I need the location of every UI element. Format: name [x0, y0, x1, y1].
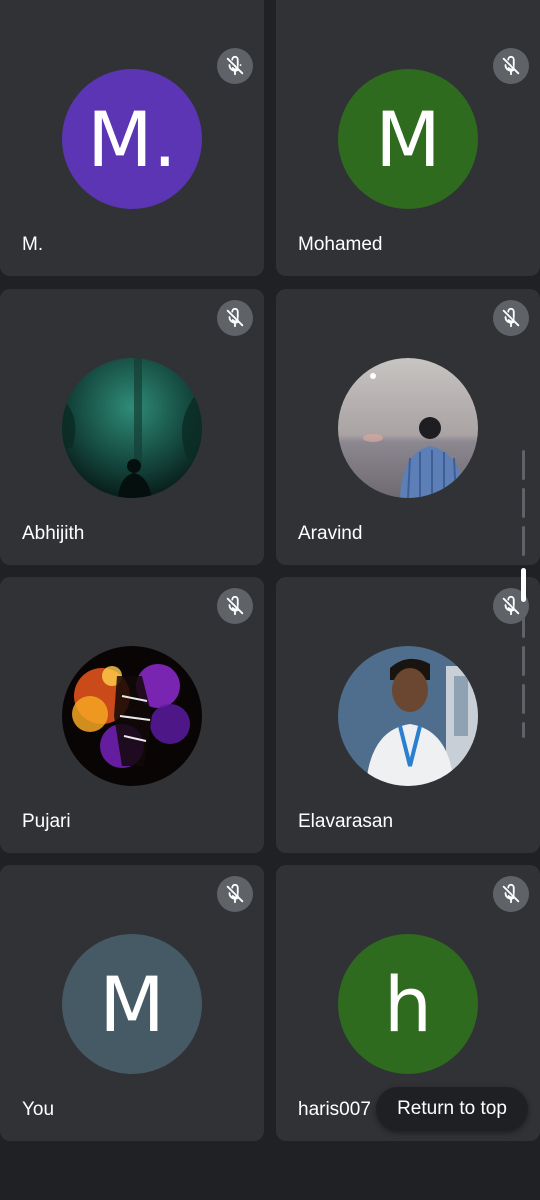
mic-off-icon	[493, 300, 529, 336]
mic-off-icon	[217, 588, 253, 624]
return-to-top-button[interactable]: Return to top	[376, 1087, 528, 1131]
avatar: M	[62, 934, 202, 1074]
avatar-photo	[338, 646, 478, 786]
scroll-track-segment	[522, 608, 525, 638]
scroll-track-segment	[522, 488, 525, 518]
participant-name: Aravind	[298, 523, 363, 544]
avatar-photo	[338, 358, 478, 498]
participant-tile[interactable]: Abhijith	[0, 289, 264, 565]
participant-name: haris007	[298, 1099, 371, 1120]
mic-off-icon	[217, 300, 253, 336]
scroll-track-segment	[522, 450, 525, 480]
avatar-initial: h	[383, 959, 433, 1049]
avatar: M.	[62, 69, 202, 209]
participant-name: Mohamed	[298, 234, 383, 255]
mic-off-icon	[217, 876, 253, 912]
scroll-track-segment	[522, 684, 525, 714]
participant-name: You	[22, 1099, 55, 1120]
avatar-initial: M.	[87, 94, 177, 184]
participant-name: Abhijith	[22, 523, 85, 544]
participant-tile-self[interactable]: M You	[0, 865, 264, 1141]
participant-name: M.	[22, 234, 44, 255]
mic-off-icon	[493, 876, 529, 912]
avatar-photo	[62, 358, 202, 498]
participant-name: Elavarasan	[298, 811, 394, 832]
participant-grid: M. M. M Mohamed Abhijith Aravind Pujari …	[0, 0, 540, 1200]
scroll-track-segment	[522, 526, 525, 556]
scrollbar[interactable]	[520, 450, 526, 740]
participant-name: Pujari	[22, 811, 71, 832]
avatar: h	[338, 934, 478, 1074]
avatar: M	[338, 69, 478, 209]
avatar-photo	[62, 646, 202, 786]
participant-tile[interactable]: M Mohamed	[276, 0, 540, 276]
scroll-track-segment	[522, 646, 525, 676]
participant-tile[interactable]: M. M.	[0, 0, 264, 276]
avatar-initial: M	[375, 94, 441, 184]
participant-tile[interactable]: Aravind	[276, 289, 540, 565]
participant-tile[interactable]: Elavarasan	[276, 577, 540, 853]
scroll-track-segment	[522, 722, 525, 738]
avatar-initial: M	[99, 959, 165, 1049]
scroll-thumb[interactable]	[521, 568, 526, 602]
mic-off-icon	[217, 48, 253, 84]
mic-off-icon	[493, 48, 529, 84]
participant-tile[interactable]: Pujari	[0, 577, 264, 853]
